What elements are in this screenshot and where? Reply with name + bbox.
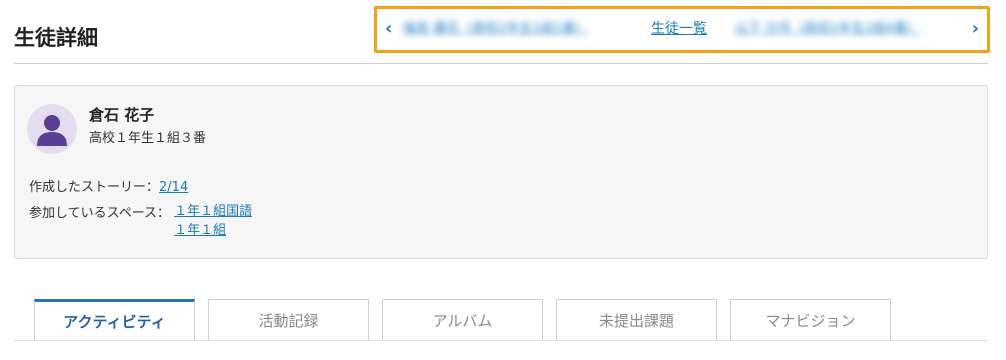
tab-manavision[interactable]: マナビジョン [730, 299, 891, 341]
tab-activity[interactable]: アクティビティ [34, 299, 195, 341]
page-title: 生徒詳細 [14, 26, 98, 50]
user-icon [37, 115, 67, 146]
chevron-left-icon[interactable]: ‹ [385, 15, 392, 43]
spaces-list: １年１組国語 １年１組 [174, 202, 252, 240]
spaces-label: 参加しているスペース： [29, 206, 171, 221]
next-student-link[interactable]: 山下 沙月（高校1年生1組4番） [735, 20, 957, 38]
space-link[interactable]: １年１組 [174, 221, 252, 240]
tab-album[interactable]: アルバム [382, 299, 543, 341]
stories-label: 作成したストーリー： [29, 180, 160, 195]
stories-count-link[interactable]: 2/14 [159, 180, 188, 195]
stories-row: 作成したストーリー：2/14 [29, 176, 188, 195]
student-name: 倉石 花子 [89, 106, 155, 124]
student-class: 高校１年生１組３番 [89, 131, 207, 146]
space-link[interactable]: １年１組国語 [174, 202, 252, 221]
tab-bar: アクティビティ 活動記録 アルバム 未提出課題 マナビジョン [34, 299, 904, 341]
tab-divider [14, 340, 988, 341]
tab-unsubmitted[interactable]: 未提出課題 [556, 299, 717, 341]
prev-student-link[interactable]: 福島 優花（高校1年生1組1番） [403, 20, 633, 38]
avatar [27, 104, 77, 154]
spaces-row: 参加しているスペース： １年１組国語 １年１組 [29, 202, 252, 240]
tab-activity-record[interactable]: 活動記録 [208, 299, 369, 341]
student-navigation: ‹ 福島 優花（高校1年生1組1番） 生徒一覧 山下 沙月（高校1年生1組4番）… [374, 6, 990, 53]
student-list-link[interactable]: 生徒一覧 [651, 19, 707, 39]
student-profile-card: 倉石 花子 高校１年生１組３番 作成したストーリー：2/14 参加しているスペー… [14, 85, 988, 259]
title-divider [14, 63, 988, 64]
chevron-right-icon[interactable]: › [972, 15, 979, 43]
